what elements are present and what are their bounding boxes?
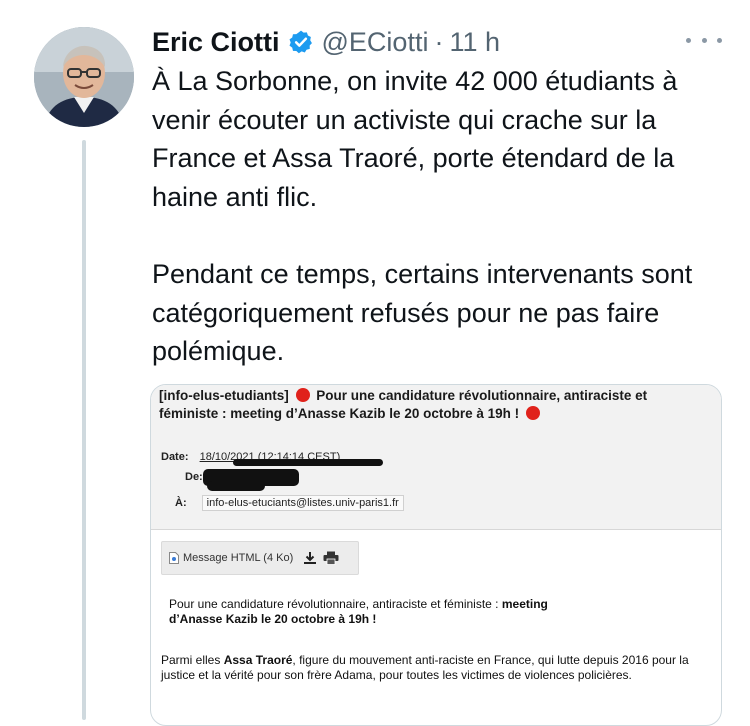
body-bold-name: Assa Traoré [223, 653, 293, 667]
to-label: À: [175, 497, 187, 509]
email-body-intro: Pour une candidature révolutionnaire, an… [169, 597, 709, 627]
body-lead: Parmi elles [161, 653, 221, 667]
body-intro-text: Pour une candidature révolutionnaire, an… [169, 597, 499, 611]
email-subject: [info-elus-etudiants] Pour une candidatu… [159, 387, 699, 423]
email-list-tag: [info-elus-etudiants] [159, 388, 289, 403]
avatar[interactable] [34, 27, 134, 127]
email-to-row: À: info-elus-etuciants@listes.univ-paris… [175, 495, 404, 511]
verified-badge-icon [289, 30, 312, 54]
file-icon [169, 552, 179, 564]
tweet-paragraph-2: Pendant ce temps, certains intervenants … [152, 259, 693, 366]
redaction-mark [207, 481, 265, 491]
user-avatar [34, 27, 134, 127]
attachment-label: Message HTML (4 Ko) [183, 552, 294, 564]
email-from-row: De: [185, 471, 203, 483]
tweet-header: Eric Ciotti @ECiotti · 11 h [152, 22, 730, 62]
tweet-timestamp[interactable]: 11 h [449, 27, 500, 58]
more-options-icon[interactable] [686, 28, 722, 52]
from-label: De: [185, 471, 203, 483]
body-intro-bold: meeting [501, 597, 548, 611]
email-body-paragraph: Parmi elles Assa Traoré, figure du mouve… [161, 653, 711, 683]
author-handle[interactable]: @ECiotti [322, 27, 429, 58]
author-name[interactable]: Eric Ciotti [152, 27, 280, 58]
print-icon [323, 551, 339, 565]
separator-dot: · [434, 26, 444, 57]
red-circle-icon [295, 388, 310, 402]
thread-line [82, 140, 86, 720]
tweet-media-image[interactable]: [info-elus-etudiants] Pour une candidatu… [150, 384, 722, 726]
email-attachment: Message HTML (4 Ko) [161, 541, 359, 575]
body-intro-bold-line2: d’Anasse Kazib le 20 octobre à 19h ! [169, 612, 377, 626]
tweet-paragraph-1: À La Sorbonne, on invite 42 000 étudiant… [152, 66, 678, 212]
download-icon [304, 552, 317, 564]
date-label: Date: [161, 451, 189, 463]
email-header: [info-elus-etudiants] Pour une candidatu… [151, 385, 721, 530]
tweet-text: À La Sorbonne, on invite 42 000 étudiant… [152, 62, 732, 371]
red-circle-icon [525, 406, 540, 420]
to-value: info-elus-etuciants@listes.univ-paris1.f… [201, 495, 404, 511]
redaction-mark [233, 459, 383, 466]
